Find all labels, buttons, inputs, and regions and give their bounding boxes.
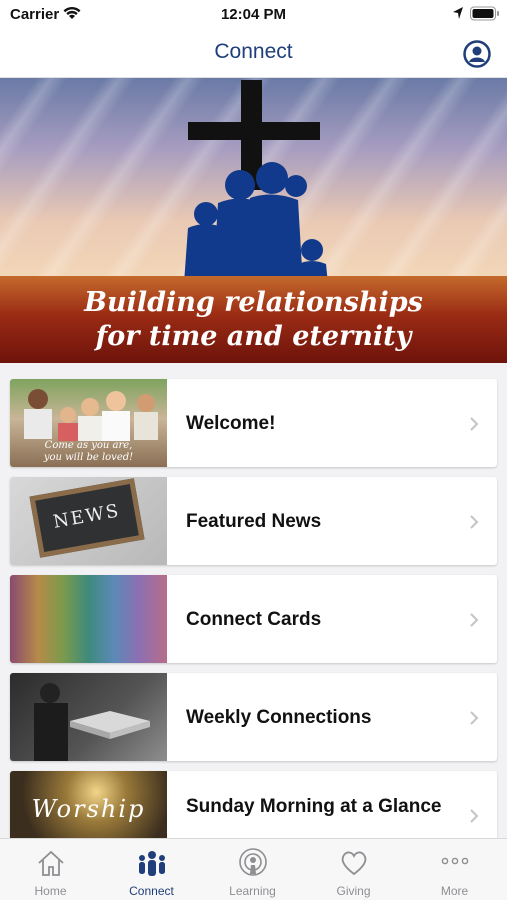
- list-item-label: Sunday Morning at a Glance: [186, 795, 442, 817]
- chevron-right-icon: [470, 613, 479, 627]
- colorful-people-thumbnail: [10, 575, 167, 663]
- location-arrow-icon: [453, 7, 463, 19]
- heart-icon: [341, 851, 367, 876]
- welcome-family-thumbnail: Come as you are, you will be loved!: [10, 379, 167, 467]
- tab-learning[interactable]: Learning: [202, 839, 303, 900]
- tab-more[interactable]: More: [404, 839, 505, 900]
- tab-label: Connect: [129, 884, 174, 898]
- tagline-line-2: for time and eternity: [95, 321, 412, 352]
- list-item-label: Connect Cards: [186, 608, 322, 630]
- tab-label: Giving: [336, 884, 371, 898]
- news-chalkboard-thumbnail: NEWS: [10, 477, 167, 565]
- tab-giving[interactable]: Giving: [303, 839, 404, 900]
- page-title: Connect: [214, 40, 293, 63]
- chevron-right-icon: [470, 417, 479, 431]
- news-thumb-word: NEWS: [51, 500, 122, 533]
- ellipsis-icon: [441, 857, 469, 865]
- tab-home[interactable]: Home: [0, 839, 101, 900]
- welcome-thumb-line-2: you will be loved!: [43, 452, 134, 463]
- list-item-label: Featured News: [186, 510, 322, 532]
- tab-label: Home: [34, 884, 67, 898]
- welcome-thumb-caption: Come as you are, you will be loved!: [10, 440, 167, 464]
- podcast-icon: [239, 848, 267, 876]
- worship-thumbnail: Worship: [10, 771, 167, 841]
- list-item-weekly-connections[interactable]: Weekly Connections: [10, 673, 497, 761]
- tab-label: More: [440, 884, 469, 898]
- list-item-sunday-morning[interactable]: Worship Sunday Morning at a Glance: [10, 771, 497, 841]
- open-book-illustration: [34, 683, 150, 761]
- hero-banner-image: Building relationships for time and eter…: [0, 78, 507, 363]
- tagline-line-1: Building relationships: [84, 287, 423, 318]
- bible-study-thumbnail: [10, 673, 167, 761]
- welcome-thumb-line-1: Come as you are,: [44, 440, 133, 451]
- chevron-right-icon: [470, 809, 479, 823]
- worship-thumb-word: Worship: [31, 795, 146, 823]
- navigation-bar: Connect: [0, 30, 507, 78]
- list-item-welcome[interactable]: Come as you are, you will be loved! Welc…: [10, 379, 497, 467]
- tab-bar: Home Connect Learning Giving More: [0, 838, 507, 900]
- tab-label: Learning: [229, 884, 276, 898]
- status-bar: Carrier 12:04 PM: [0, 0, 507, 30]
- chalkboard: NEWS: [29, 478, 145, 558]
- list-item-featured-news[interactable]: NEWS Featured News: [10, 477, 497, 565]
- tab-connect[interactable]: Connect: [101, 839, 202, 900]
- people-icon: [139, 851, 165, 876]
- status-time: 12:04 PM: [220, 6, 287, 23]
- hero-tagline: Building relationships for time and eter…: [0, 286, 507, 354]
- chevron-right-icon: [470, 711, 479, 725]
- list-item-label: Welcome!: [186, 412, 276, 434]
- chevron-right-icon: [470, 515, 479, 529]
- list-item-label: Weekly Connections: [186, 706, 372, 728]
- person-circle-icon[interactable]: [463, 40, 491, 68]
- list-item-connect-cards[interactable]: Connect Cards: [10, 575, 497, 663]
- house-icon: [38, 850, 64, 876]
- battery-icon: [470, 6, 499, 21]
